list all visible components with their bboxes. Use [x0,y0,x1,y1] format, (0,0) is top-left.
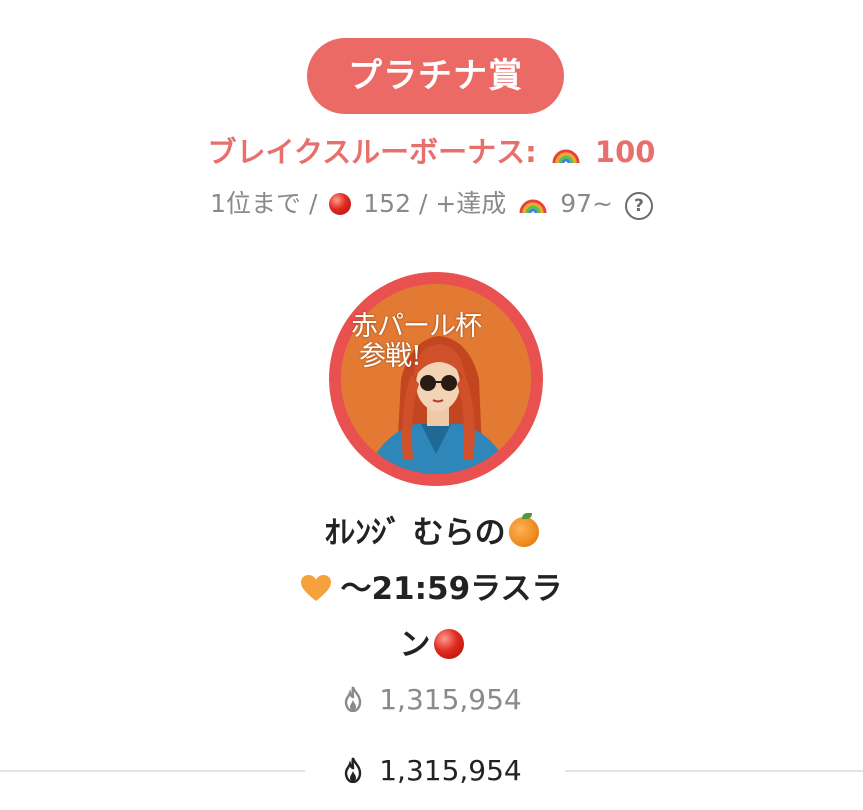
score-total-value: 1,315,954 [379,683,522,716]
flame-icon [345,757,362,783]
question-circle-icon[interactable]: ? [624,192,653,220]
bonus-label: ブレイクスルーボーナス: [207,135,537,169]
avatar-caption: 赤パール杯 参戦! [351,312,511,372]
rank-points: 152 [363,189,411,218]
user-name-row-3: ン [0,617,863,673]
user-name: ｵﾚﾝｼﾞ むらの ～21:59ラスラ ン [0,505,863,673]
score-current: 1,315,954 [0,751,863,791]
user-name-row-1: ｵﾚﾝｼﾞ むらの [0,505,863,561]
rainbow-icon [552,149,580,164]
red-circle-icon [329,193,352,215]
avatar-caption-line1: 赤パール杯 [351,311,482,342]
user-name-row-2: ～21:59ラスラ [0,561,863,617]
rank-middle: / +達成 [418,189,507,218]
flame-icon [345,686,362,712]
user-avatar[interactable]: 赤パール杯 参戦! [329,272,543,486]
orange-icon [508,513,539,547]
avatar-caption-line2: 参戦! [359,341,422,372]
user-name-line2: ～21:59ラスラ [340,571,563,607]
rank-prefix: 1位まで / [210,189,318,218]
score-current-value: 1,315,954 [379,754,522,787]
red-circle-icon [433,629,464,659]
breakthrough-bonus: ブレイクスルーボーナス: 100 [0,132,863,172]
bonus-value: 100 [594,135,656,169]
rank-bonus-points: 97~ [560,189,613,218]
rainbow-icon [519,199,547,214]
award-badge[interactable]: プラチナ賞 [307,38,564,114]
user-name-line1: ｵﾚﾝｼﾞ むらの [324,515,506,551]
orange-heart-icon [301,575,332,601]
rank-info: 1位まで / 152 / +達成 97~ ? [0,186,863,222]
award-label: プラチナ賞 [348,56,523,96]
user-name-line3: ン [399,627,431,663]
score-total: 1,315,954 [0,680,863,720]
